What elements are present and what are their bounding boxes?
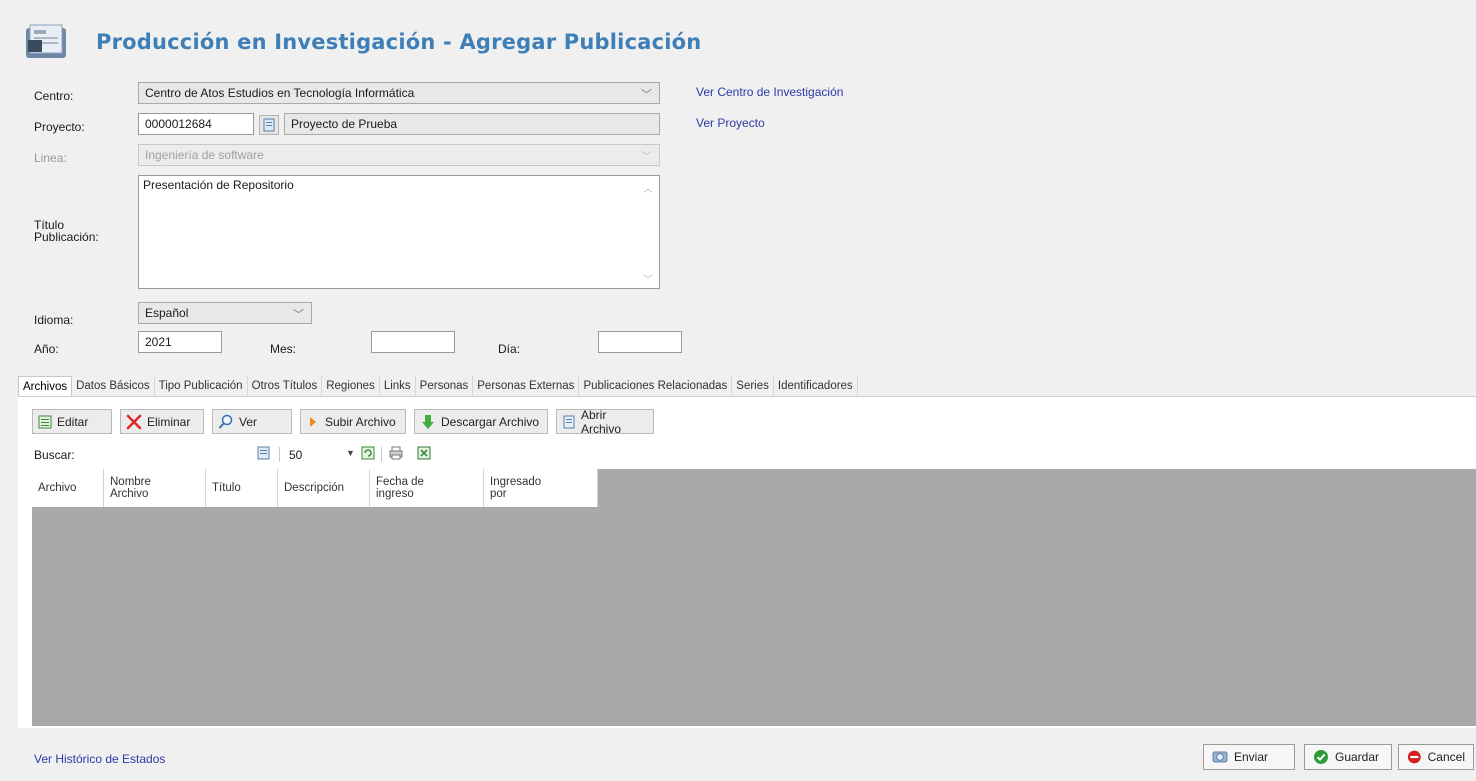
tab-personas[interactable]: Personas	[416, 376, 474, 396]
abrir-archivo-button[interactable]: Abrir Archivo	[556, 408, 654, 436]
search-lookup-icon[interactable]	[256, 445, 272, 461]
tab-tipo-publicacion[interactable]: Tipo Publicación	[155, 376, 248, 396]
tab-datos-basicos[interactable]: Datos Básicos	[72, 376, 155, 396]
col-descripcion[interactable]: Descripción	[278, 469, 370, 507]
col-nombre-archivo[interactable]: Nombre Archivo	[104, 469, 206, 507]
ver-proyecto-link[interactable]: Ver Proyecto	[696, 116, 765, 130]
col-fecha-ingreso[interactable]: Fecha de ingreso	[370, 469, 484, 507]
col-archivo[interactable]: Archivo	[32, 469, 104, 507]
cancel-button[interactable]: Cancel	[1398, 744, 1474, 770]
arrow-right-icon	[310, 416, 316, 427]
titulo-value: Presentación de Repositorio	[143, 178, 294, 192]
tab-series[interactable]: Series	[732, 376, 774, 396]
eliminar-button[interactable]: Eliminar	[120, 409, 204, 434]
magnifier-icon	[218, 414, 233, 429]
proyecto-lookup-button[interactable]	[259, 115, 279, 135]
send-globe-icon	[1212, 751, 1228, 763]
titulo-textarea[interactable]: Presentación de Repositorio ︿ ﹀	[138, 175, 660, 289]
delete-x-icon	[126, 414, 142, 429]
centro-select[interactable]: Centro de Atos Estudios en Tecnología In…	[138, 82, 660, 104]
tab-links[interactable]: Links	[380, 376, 416, 396]
chevron-down-icon: ﹀	[293, 309, 304, 321]
toolbar-separator	[381, 447, 382, 462]
linea-label: Linea:	[34, 151, 67, 165]
buscar-label: Buscar:	[34, 448, 75, 462]
tab-identificadores[interactable]: Identificadores	[774, 376, 858, 396]
tab-archivos[interactable]: Archivos	[18, 376, 73, 396]
col-ingresado-por[interactable]: Ingresado por	[484, 469, 598, 507]
cancel-circle-icon	[1407, 750, 1421, 764]
scroll-up-icon[interactable]: ︿	[643, 180, 653, 195]
dia-label: Día:	[498, 342, 521, 356]
page-title: Producción en Investigación - Agregar Pu…	[96, 30, 702, 54]
grid-header: Archivo Nombre Archivo Título Descripción…	[32, 469, 598, 507]
descargar-archivo-button[interactable]: Descargar Archivo	[414, 409, 548, 434]
archivos-grid[interactable]: Archivo Nombre Archivo Título Descripción…	[32, 469, 1476, 726]
titulo-label: Título Publicación:	[34, 218, 99, 244]
refresh-icon[interactable]	[360, 445, 376, 461]
editar-button[interactable]: Editar	[32, 409, 112, 434]
proyecto-name-field: Proyecto de Prueba	[284, 113, 660, 135]
guardar-button[interactable]: Guardar	[1304, 744, 1392, 770]
anio-label: Año:	[34, 342, 59, 356]
dia-input[interactable]	[598, 331, 682, 353]
proyecto-label: Proyecto:	[34, 120, 85, 134]
tab-strip: Archivos Datos Básicos Tipo Publicación …	[18, 376, 858, 396]
document-stack-icon	[26, 24, 66, 58]
ver-historico-link[interactable]: Ver Histórico de Estados	[34, 752, 165, 766]
mes-input[interactable]	[371, 331, 455, 353]
page-size-select[interactable]: 50	[289, 448, 302, 462]
centro-value: Centro de Atos Estudios en Tecnología In…	[145, 86, 415, 100]
proyecto-code-input[interactable]: 0000012684	[138, 113, 254, 135]
anio-input[interactable]: 2021	[138, 331, 222, 353]
tab-otros-titulos[interactable]: Otros Títulos	[248, 376, 323, 396]
idioma-label: Idioma:	[34, 313, 74, 327]
mes-label: Mes:	[270, 342, 297, 356]
check-circle-icon	[1314, 750, 1328, 764]
linea-value: Ingeniería de software	[145, 148, 264, 162]
col-titulo[interactable]: Título	[206, 469, 278, 507]
centro-label: Centro:	[34, 89, 74, 103]
tab-personas-externas[interactable]: Personas Externas	[473, 376, 580, 396]
excel-export-icon[interactable]	[416, 445, 432, 461]
tab-publicaciones-relacionadas[interactable]: Publicaciones Relacionadas	[579, 376, 733, 396]
ver-button[interactable]: Ver	[212, 409, 292, 434]
tab-regiones[interactable]: Regiones	[322, 376, 380, 396]
edit-icon	[38, 415, 52, 428]
chevron-down-icon: ﹀	[641, 89, 652, 101]
lookup-icon	[263, 118, 275, 132]
page-size-dropdown-icon[interactable]: ▼	[346, 448, 355, 458]
toolbar-separator	[279, 447, 280, 462]
idioma-select[interactable]: Español ﹀	[138, 302, 312, 324]
print-icon[interactable]	[388, 445, 404, 461]
enviar-button[interactable]: Enviar	[1203, 744, 1295, 770]
ver-centro-link[interactable]: Ver Centro de Investigación	[696, 85, 843, 99]
file-open-icon	[563, 415, 575, 428]
download-arrow-icon	[422, 414, 434, 429]
idioma-value: Español	[145, 306, 189, 320]
subir-archivo-button[interactable]: Subir Archivo	[300, 409, 406, 434]
linea-select: Ingeniería de software ﹀	[138, 144, 660, 166]
scroll-down-icon[interactable]: ﹀	[643, 271, 653, 286]
chevron-down-icon: ﹀	[641, 151, 652, 163]
